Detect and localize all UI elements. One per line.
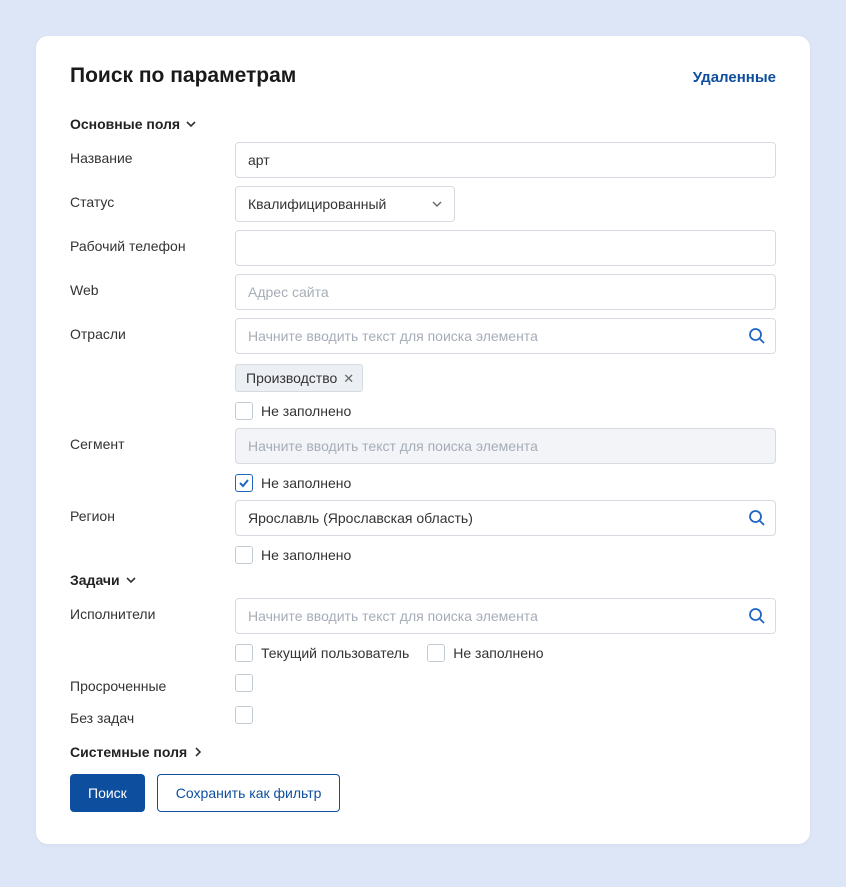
industry-tag-label: Производство bbox=[246, 370, 337, 386]
section-main-fields[interactable]: Основные поля bbox=[70, 116, 776, 132]
industries-not-filled-label[interactable]: Не заполнено bbox=[261, 403, 351, 419]
label-name: Название bbox=[70, 142, 235, 166]
section-main-label: Основные поля bbox=[70, 116, 180, 132]
status-value: Квалифицированный bbox=[248, 196, 386, 212]
save-filter-button[interactable]: Сохранить как фильтр bbox=[157, 774, 341, 812]
section-system-fields[interactable]: Системные поля bbox=[70, 744, 776, 760]
label-status: Статус bbox=[70, 186, 235, 210]
deleted-link[interactable]: Удаленные bbox=[693, 69, 776, 86]
label-region: Регион bbox=[70, 500, 235, 524]
overdue-checkbox[interactable] bbox=[235, 674, 253, 692]
close-icon[interactable]: ✕ bbox=[343, 372, 354, 385]
executors-not-filled-label[interactable]: Не заполнено bbox=[453, 645, 543, 661]
label-no-tasks: Без задач bbox=[70, 702, 235, 726]
search-icon[interactable] bbox=[747, 326, 767, 346]
segment-not-filled-label[interactable]: Не заполнено bbox=[261, 475, 351, 491]
search-panel: Поиск по параметрам Удаленные Основные п… bbox=[36, 36, 810, 844]
label-work-phone: Рабочий телефон bbox=[70, 230, 235, 254]
executors-lookup-input[interactable] bbox=[248, 599, 739, 633]
region-lookup[interactable] bbox=[235, 500, 776, 536]
region-not-filled-checkbox[interactable] bbox=[235, 546, 253, 564]
chevron-right-icon bbox=[193, 747, 203, 757]
chevron-down-icon bbox=[186, 119, 196, 129]
industries-not-filled-checkbox[interactable] bbox=[235, 402, 253, 420]
label-executors: Исполнители bbox=[70, 598, 235, 622]
chevron-down-icon bbox=[126, 575, 136, 585]
industries-lookup-input[interactable] bbox=[248, 319, 739, 353]
executors-not-filled-checkbox[interactable] bbox=[427, 644, 445, 662]
search-icon[interactable] bbox=[747, 508, 767, 528]
region-not-filled-label[interactable]: Не заполнено bbox=[261, 547, 351, 563]
segment-not-filled-checkbox[interactable] bbox=[235, 474, 253, 492]
executors-lookup[interactable] bbox=[235, 598, 776, 634]
page-title: Поиск по параметрам bbox=[70, 64, 296, 88]
industries-lookup[interactable] bbox=[235, 318, 776, 354]
no-tasks-checkbox[interactable] bbox=[235, 706, 253, 724]
section-tasks-label: Задачи bbox=[70, 572, 120, 588]
label-industries: Отрасли bbox=[70, 318, 235, 342]
status-select[interactable]: Квалифицированный bbox=[235, 186, 455, 222]
panel-header: Поиск по параметрам Удаленные bbox=[70, 64, 776, 88]
current-user-label[interactable]: Текущий пользователь bbox=[261, 645, 409, 661]
section-tasks[interactable]: Задачи bbox=[70, 572, 776, 588]
work-phone-input[interactable] bbox=[235, 230, 776, 266]
segment-lookup bbox=[235, 428, 776, 464]
chevron-down-icon bbox=[432, 196, 442, 212]
segment-lookup-input bbox=[248, 429, 767, 463]
label-web: Web bbox=[70, 274, 235, 298]
label-segment: Сегмент bbox=[70, 428, 235, 452]
section-system-label: Системные поля bbox=[70, 744, 187, 760]
search-button[interactable]: Поиск bbox=[70, 774, 145, 812]
current-user-checkbox[interactable] bbox=[235, 644, 253, 662]
industry-tag: Производство ✕ bbox=[235, 364, 363, 392]
label-overdue: Просроченные bbox=[70, 670, 235, 694]
name-input[interactable] bbox=[235, 142, 776, 178]
web-input[interactable] bbox=[235, 274, 776, 310]
region-lookup-input[interactable] bbox=[248, 501, 739, 535]
search-icon[interactable] bbox=[747, 606, 767, 626]
